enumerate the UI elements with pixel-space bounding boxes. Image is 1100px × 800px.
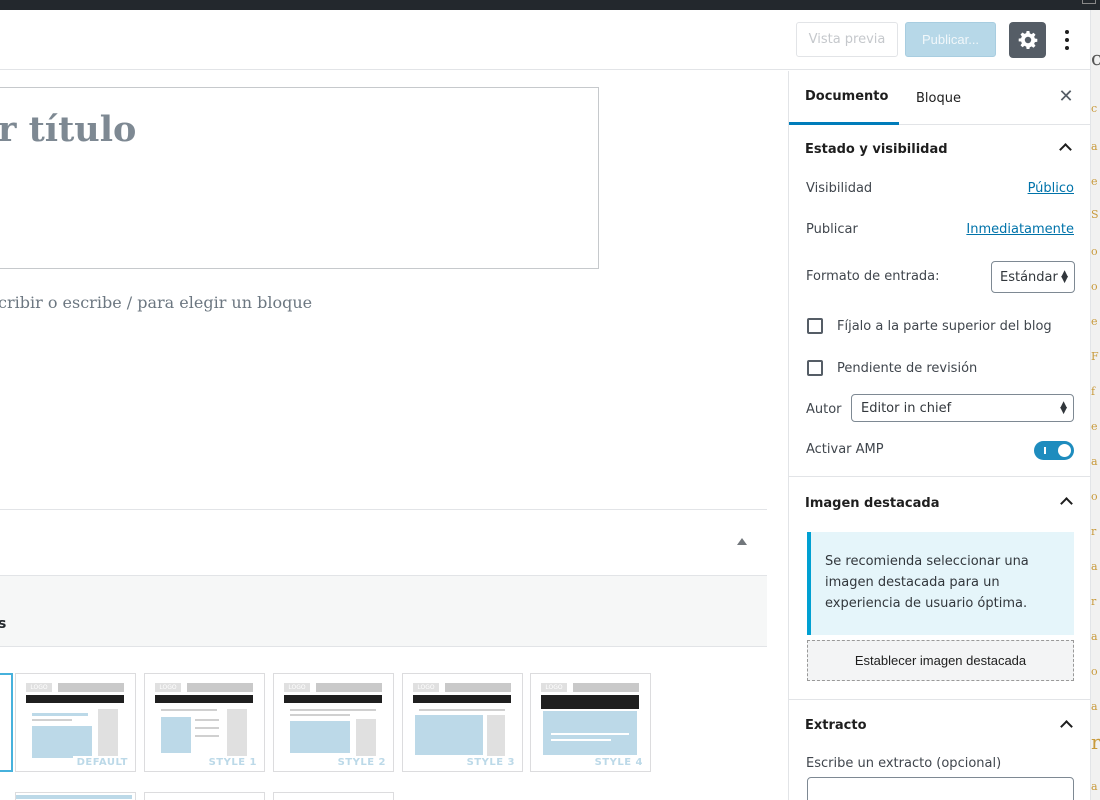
- gear-icon: [1018, 31, 1037, 49]
- thumb-logo: LOGO: [155, 683, 181, 692]
- style-thumb-style-2[interactable]: LOGO STYLE 2: [273, 673, 394, 772]
- section-title: Estado y visibilidad: [805, 142, 948, 157]
- collapse-arrow-icon[interactable]: [737, 538, 747, 545]
- thumb-logo: LOGO: [284, 683, 310, 692]
- editor-header: Vista previa Publicar...: [0, 10, 1090, 70]
- section-excerpt-header[interactable]: Extracto: [789, 699, 1090, 749]
- set-featured-image-button[interactable]: Establecer imagen destacada: [807, 640, 1074, 681]
- toggle-knob: [1058, 444, 1071, 457]
- sidebar-tabs: Documento Bloque ✕: [789, 71, 1090, 125]
- style-thumb[interactable]: [144, 792, 265, 800]
- select-arrows-icon: ▲ ▼: [1060, 400, 1067, 416]
- amp-label: Activar AMP: [806, 442, 884, 457]
- amp-toggle[interactable]: [1034, 441, 1074, 460]
- style-thumb-style-4[interactable]: LOGO STYLE 4: [530, 673, 651, 772]
- block-appender-hint[interactable]: cribir o escribe / para elegir un bloque: [0, 293, 312, 312]
- style-picker: LOGO DEFAULT LOGO STYLE 1 LOGO STYLE 2 L…: [0, 673, 767, 773]
- settings-sidebar: Documento Bloque ✕ Estado y visibilidad …: [788, 71, 1090, 800]
- style-thumb-selected[interactable]: [0, 673, 13, 772]
- sticky-checkbox[interactable]: [807, 318, 823, 334]
- thumb-logo: LOGO: [26, 683, 52, 692]
- close-icon[interactable]: ✕: [1058, 88, 1074, 106]
- section-featured-header[interactable]: Imagen destacada: [789, 476, 1090, 526]
- visibility-link[interactable]: Público: [1028, 181, 1074, 196]
- meta-box-panel: s LOGO DEFAULT LOGO STYLE 1 LOGO STYLE 2…: [0, 509, 767, 800]
- sticky-label[interactable]: Fíjalo a la parte superior del blog: [837, 319, 1052, 334]
- select-value: Editor in chief: [861, 400, 952, 416]
- settings-button[interactable]: [1009, 22, 1046, 58]
- section-status-header[interactable]: Estado y visibilidad: [789, 125, 1090, 175]
- tab-bloque[interactable]: Bloque: [916, 71, 961, 125]
- tab-documento[interactable]: Documento: [789, 71, 899, 125]
- style-thumb[interactable]: [273, 792, 394, 800]
- meta-box-subheader: s: [0, 575, 767, 647]
- excerpt-textarea[interactable]: [807, 777, 1074, 800]
- style-label: STYLE 2: [333, 756, 390, 769]
- pending-review-checkbox[interactable]: [807, 360, 823, 376]
- style-label: DEFAULT: [72, 756, 132, 769]
- chevron-up-icon[interactable]: [1060, 720, 1073, 733]
- style-thumb-style-3[interactable]: LOGO STYLE 3: [402, 673, 523, 772]
- format-label: Formato de entrada:: [806, 269, 940, 284]
- style-thumb-style-1[interactable]: LOGO STYLE 1: [144, 673, 265, 772]
- thumb-logo: LOGO: [541, 683, 567, 692]
- author-select[interactable]: Editor in chief ▲ ▼: [851, 394, 1074, 422]
- meta-box-subheading: s: [0, 616, 7, 632]
- meta-box-header[interactable]: [0, 510, 767, 575]
- style-label: STYLE 3: [462, 756, 519, 769]
- style-label: STYLE 1: [204, 756, 261, 769]
- style-thumb-default[interactable]: LOGO DEFAULT: [15, 673, 136, 772]
- chevron-up-icon[interactable]: [1059, 143, 1072, 156]
- publish-label: Publicar: [806, 222, 858, 237]
- section-title: Imagen destacada: [805, 496, 940, 511]
- visibility-label: Visibilidad: [806, 181, 873, 196]
- select-value: Estándar: [1000, 269, 1058, 285]
- dot: [1065, 38, 1069, 42]
- thumb-logo: LOGO: [413, 683, 439, 692]
- style-thumb[interactable]: [15, 792, 136, 800]
- section-title: Extracto: [805, 718, 867, 733]
- editor-canvas: r título cribir o escribe / para elegir …: [0, 71, 788, 800]
- chevron-up-icon[interactable]: [1060, 497, 1073, 510]
- post-format-select[interactable]: Estándar ▲ ▼: [991, 261, 1075, 293]
- window-corner-icon: [1082, 0, 1096, 4]
- admin-bar: [0, 0, 1100, 10]
- preview-button[interactable]: Vista previa: [796, 22, 898, 57]
- dot: [1065, 46, 1069, 50]
- post-title-placeholder[interactable]: r título: [0, 109, 136, 150]
- featured-image-notice: Se recomienda seleccionar una imagen des…: [807, 532, 1074, 635]
- background-page-edge: c c a e S o o e F f e a o r a r a o a r …: [1090, 10, 1100, 800]
- author-label: Autor: [806, 402, 842, 417]
- excerpt-label: Escribe un extracto (opcional): [806, 756, 1002, 771]
- select-arrows-icon: ▲ ▼: [1061, 269, 1068, 285]
- dot: [1065, 30, 1069, 34]
- publish-date-link[interactable]: Inmediatamente: [966, 222, 1074, 237]
- pending-review-label[interactable]: Pendiente de revisión: [837, 361, 977, 376]
- publish-button[interactable]: Publicar...: [905, 22, 996, 57]
- more-options-button[interactable]: [1058, 24, 1076, 56]
- style-picker-row-2: [0, 792, 767, 800]
- style-label: STYLE 4: [590, 756, 647, 769]
